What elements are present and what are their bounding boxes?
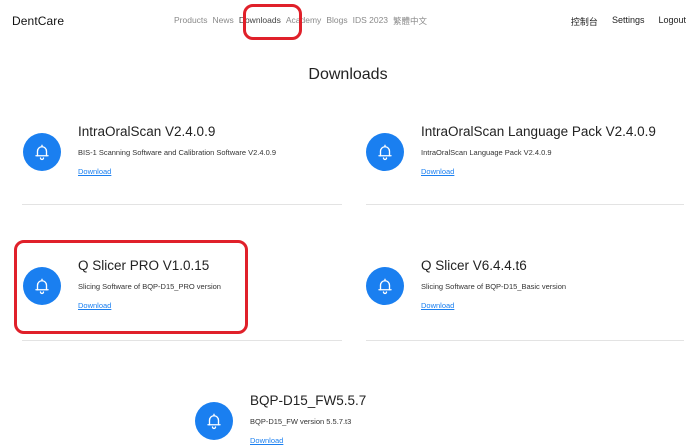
bell-icon xyxy=(195,402,233,440)
page: DentCare Products News Downloads Academy… xyxy=(0,0,696,445)
nav-products[interactable]: Products xyxy=(174,15,208,27)
download-name: IntraOralScan Language Pack V2.4.0.9 xyxy=(421,124,656,139)
nav-ids-2023[interactable]: IDS 2023 xyxy=(353,15,388,27)
download-link[interactable]: Download xyxy=(250,436,283,445)
bell-icon xyxy=(366,267,404,305)
account-nav: 控制台 Settings Logout xyxy=(571,15,686,28)
download-name: BQP-D15_FW5.5.7 xyxy=(250,393,367,408)
download-link[interactable]: Download xyxy=(78,167,111,176)
divider xyxy=(366,204,684,205)
nav-settings[interactable]: Settings xyxy=(612,15,645,28)
download-link[interactable]: Download xyxy=(421,167,454,176)
download-link[interactable]: Download xyxy=(421,301,454,310)
brand-logo[interactable]: DentCare xyxy=(12,14,64,28)
nav-news[interactable]: News xyxy=(213,15,234,27)
download-description: Slicing Software of BQP-D15_Basic versio… xyxy=(421,282,567,291)
nav-logout[interactable]: Logout xyxy=(658,15,686,28)
nav-language[interactable]: 繁體中文 xyxy=(393,15,427,27)
download-description: BQP-D15_FW version 5.5.7.t3 xyxy=(250,417,352,426)
bell-icon xyxy=(366,133,404,171)
divider xyxy=(22,204,342,205)
qslicer-pro-highlight xyxy=(14,240,248,334)
bell-icon xyxy=(23,133,61,171)
nav-blogs[interactable]: Blogs xyxy=(326,15,347,27)
nav-console[interactable]: 控制台 xyxy=(571,15,598,28)
download-description: IntraOralScan Language Pack V2.4.0.9 xyxy=(421,148,552,157)
divider xyxy=(22,340,342,341)
download-description: BIS-1 Scanning Software and Calibration … xyxy=(78,148,277,157)
divider xyxy=(366,340,684,341)
download-name: Q Slicer V6.4.4.t6 xyxy=(421,258,527,273)
download-name: IntraOralScan V2.4.0.9 xyxy=(78,124,216,139)
downloads-nav-highlight xyxy=(243,4,302,40)
page-title: Downloads xyxy=(308,66,388,83)
